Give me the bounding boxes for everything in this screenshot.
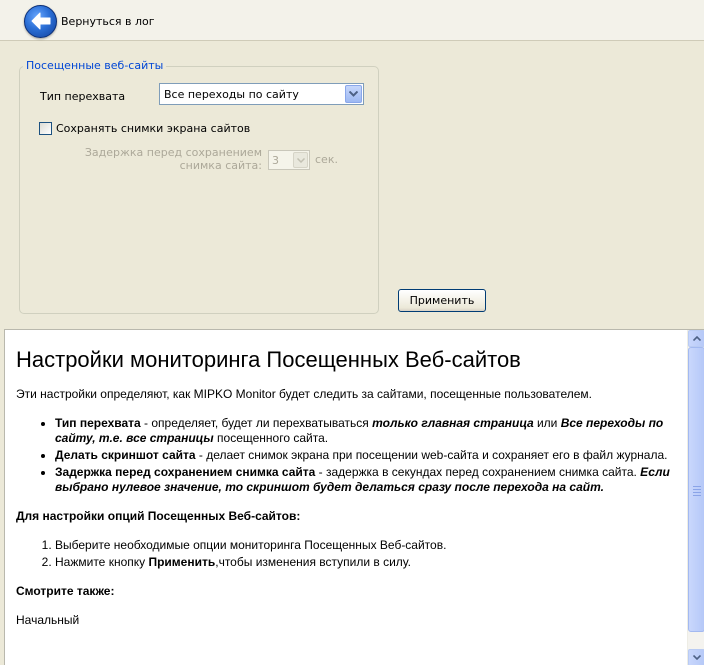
- see-also-title: Смотрите также:: [16, 584, 115, 598]
- save-screenshots-label: Сохранять снимки экрана сайтов: [56, 122, 251, 135]
- list-item: Выберите необходимые опции мониторинга П…: [55, 538, 686, 553]
- list-item: Задержка перед сохранением снимка сайта …: [55, 465, 686, 495]
- settings-panel: Посещенные веб-сайты Тип перехвата Все п…: [6, 42, 698, 322]
- grip-icon: [693, 486, 701, 498]
- back-to-log-button[interactable]: Вернуться в лог: [24, 4, 155, 38]
- screenshot-delay-label: Задержка перед сохранением снимка сайта:: [66, 146, 262, 172]
- scroll-thumb[interactable]: [688, 347, 704, 632]
- chevron-down-icon[interactable]: [293, 152, 308, 168]
- screenshot-delay-label-line2: снимка сайта:: [179, 159, 262, 172]
- help-content: Настройки мониторинга Посещенных Веб-сай…: [16, 330, 686, 642]
- term: Делать скриншот сайта: [55, 448, 196, 462]
- scroll-up-button[interactable]: [688, 330, 704, 347]
- help-intro: Эти настройки определяют, как MIPKO Moni…: [16, 387, 592, 401]
- apply-button[interactable]: Применить: [398, 289, 486, 312]
- emphasis: только главная страница: [372, 416, 534, 430]
- term: Тип перехвата: [55, 416, 141, 430]
- capture-type-label: Тип перехвата: [40, 90, 126, 103]
- term: Задержка перед сохранением снимка сайта: [55, 465, 316, 479]
- chevron-down-icon: [692, 655, 701, 660]
- list-item: Делать скриншот сайта - делает снимок эк…: [55, 448, 686, 463]
- text: - определяет, будет ли перехватываться: [140, 416, 373, 430]
- screenshot-delay-select[interactable]: 3: [268, 150, 310, 170]
- chevron-down-icon[interactable]: [345, 85, 362, 103]
- howto-title: Для настройки опций Посещенных Веб-сайто…: [16, 509, 301, 523]
- text: Нажмите кнопку: [55, 555, 149, 569]
- back-to-log-label: Вернуться в лог: [61, 14, 155, 28]
- see-also-link[interactable]: Начальный: [16, 613, 686, 628]
- back-arrow-icon: [24, 4, 57, 38]
- howto-steps: Выберите необходимые опции мониторинга П…: [55, 538, 686, 570]
- apply-term: Применить: [148, 555, 216, 569]
- help-title: Настройки мониторинга Посещенных Веб-сай…: [16, 347, 521, 372]
- save-screenshots-option[interactable]: Сохранять снимки экрана сайтов: [39, 122, 250, 135]
- group-title: Посещенные веб-сайты: [23, 59, 167, 72]
- help-options-list: Тип перехвата - определяет, будет ли пер…: [55, 416, 686, 495]
- help-scrollbar[interactable]: [687, 330, 704, 665]
- top-toolbar: Вернуться в лог: [0, 0, 704, 41]
- capture-type-select[interactable]: Все переходы по сайту: [159, 83, 364, 105]
- scroll-down-button[interactable]: [688, 649, 704, 665]
- text: посещенного сайта.: [213, 431, 329, 445]
- help-pane: Настройки мониторинга Посещенных Веб-сай…: [4, 329, 704, 665]
- delay-unit-label: сек.: [315, 153, 338, 166]
- chevron-up-icon: [692, 336, 701, 341]
- screenshot-delay-label-line1: Задержка перед сохранением: [84, 146, 262, 159]
- text: или: [533, 416, 561, 430]
- capture-type-value: Все переходы по сайту: [164, 87, 299, 101]
- text: - делает снимок экрана при посещении web…: [195, 448, 668, 462]
- list-item: Тип перехвата - определяет, будет ли пер…: [55, 416, 686, 446]
- text: - задержка в секундах перед сохранением …: [315, 465, 641, 479]
- text: ,чтобы изменения вступили в силу.: [215, 555, 411, 569]
- save-screenshots-checkbox[interactable]: [39, 122, 52, 135]
- screenshot-delay-value: 3: [272, 153, 279, 167]
- list-item: Нажмите кнопку Применить,чтобы изменения…: [55, 555, 686, 570]
